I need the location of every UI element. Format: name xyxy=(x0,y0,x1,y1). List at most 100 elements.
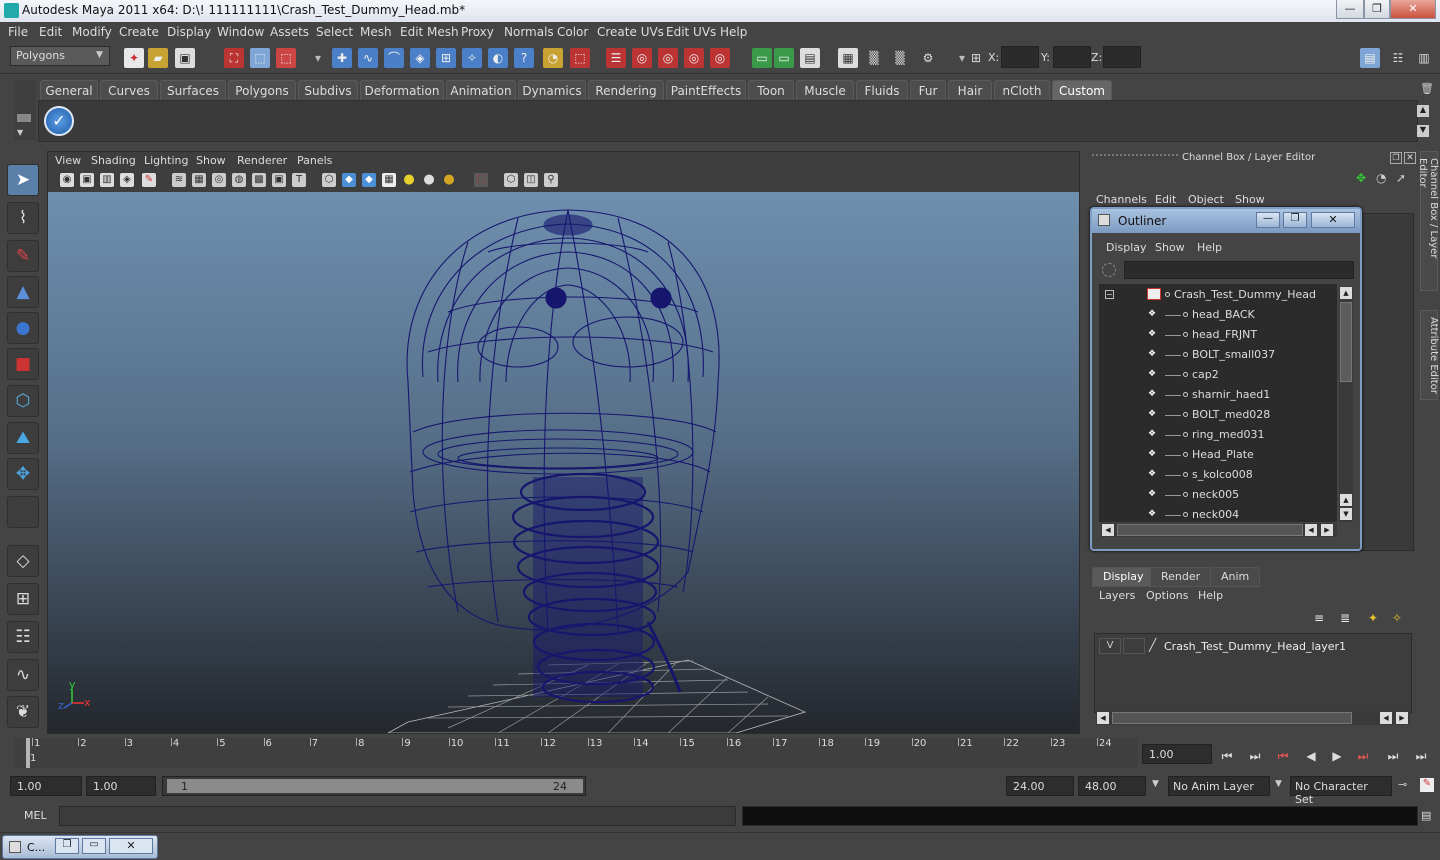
new-layer-selected-icon[interactable]: ✧ xyxy=(1392,611,1408,627)
step-forward-key-icon[interactable]: ⏭ xyxy=(1352,746,1374,766)
shelf-tab-polygons[interactable]: Polygons xyxy=(228,80,296,100)
outliner-titlebar[interactable]: Outliner — ❐ ✕ xyxy=(1092,209,1360,233)
checkmark-shelf-icon[interactable]: ✓ xyxy=(44,106,74,136)
shelf-tab-fluids[interactable]: Fluids xyxy=(856,80,908,100)
render-settings-icon[interactable]: ◎ xyxy=(684,48,704,68)
outliner-menu-show[interactable]: Show xyxy=(1155,241,1185,254)
outliner-item[interactable]: ❖ BOLT_small037 xyxy=(1099,345,1337,365)
soft-modification-icon[interactable]: ⛰ xyxy=(7,422,39,454)
paint-select-tool-icon[interactable]: ✎ xyxy=(7,240,39,272)
outliner-item[interactable]: ❖ ring_med031 xyxy=(1099,425,1337,445)
bookmark-icon[interactable]: ▥ xyxy=(100,173,114,187)
move-layer-down-icon[interactable]: ≣ xyxy=(1340,611,1356,627)
backface-icon[interactable]: ◫ xyxy=(524,173,538,187)
shelf-tab-ncloth[interactable]: nCloth xyxy=(994,80,1050,100)
textured-icon[interactable]: ▦ xyxy=(382,173,396,187)
shelf-menu-icon[interactable] xyxy=(17,114,31,122)
channel-list[interactable] xyxy=(1358,213,1414,551)
layer-menu-options[interactable]: Options xyxy=(1146,589,1188,602)
mask-menu-icon[interactable]: ▾ xyxy=(308,48,328,68)
anim-layer-selector[interactable]: No Anim Layer xyxy=(1168,776,1270,796)
menu-edit[interactable]: Edit xyxy=(39,25,62,39)
outliner-layout-icon[interactable]: ☷ xyxy=(7,621,39,653)
z-input[interactable] xyxy=(1103,46,1141,68)
outliner-item[interactable]: ❖ Head_Plate xyxy=(1099,445,1337,465)
vp-menu-view[interactable]: View xyxy=(55,154,81,167)
safe-title-icon[interactable]: T xyxy=(292,173,306,187)
vp-menu-panels[interactable]: Panels xyxy=(297,154,332,167)
last-tool-slot[interactable] xyxy=(7,496,39,528)
universal-manipulator-icon[interactable]: ⬡ xyxy=(7,385,39,417)
menu-edit-mesh[interactable]: Edit Mesh xyxy=(400,25,459,39)
ch-menu-object[interactable]: Object xyxy=(1188,193,1224,206)
perspective-viewport[interactable]: View Shading Lighting Show Renderer Pane… xyxy=(47,151,1080,734)
lock-icon[interactable]: ◔ xyxy=(543,48,563,68)
menu-assets[interactable]: Assets xyxy=(270,25,309,39)
snap-plane-icon[interactable]: ◈ xyxy=(410,48,430,68)
layer-row[interactable]: V ╱ Crash_Test_Dummy_Head_layer1 xyxy=(1095,638,1411,656)
shelf-tab-custom[interactable]: Custom xyxy=(1052,80,1112,100)
playback-start-field[interactable]: 1.00 xyxy=(86,776,156,796)
open-scene-icon[interactable]: ▰ xyxy=(148,48,168,68)
minimized-window[interactable]: C... ❐ ▭ ✕ xyxy=(2,835,158,859)
play-backwards-icon[interactable]: ◀ xyxy=(1300,746,1322,766)
layer-scroll-thumb[interactable] xyxy=(1112,712,1352,724)
channel-box-toggle-icon[interactable]: ▥ xyxy=(1414,48,1434,68)
vp-menu-lighting[interactable]: Lighting xyxy=(144,154,188,167)
outliner-item[interactable]: ❖ s_kolco008 xyxy=(1099,465,1337,485)
minimize-button[interactable]: — xyxy=(1336,0,1364,19)
snap-point-icon[interactable]: ⌒ xyxy=(384,48,404,68)
shadows-icon[interactable]: ● xyxy=(442,173,456,187)
move-tool-icon[interactable]: ▲ xyxy=(7,276,39,308)
restore-button[interactable]: ❐ xyxy=(55,838,79,854)
outliner-item[interactable]: ❖ head_FRJNT xyxy=(1099,325,1337,345)
outliner-menu-display[interactable]: Display xyxy=(1106,241,1147,254)
range-slider-thumb[interactable] xyxy=(167,779,583,793)
graph-editor-layout-icon[interactable]: ∿ xyxy=(7,659,39,691)
layer-type-toggle[interactable] xyxy=(1123,638,1145,654)
vp-menu-renderer[interactable]: Renderer xyxy=(237,154,287,167)
smooth-shade-icon[interactable]: ◆ xyxy=(342,173,356,187)
start-time-field[interactable]: 1.00 xyxy=(10,776,82,796)
collapse-icon[interactable]: − xyxy=(1105,290,1114,299)
help-icon[interactable]: ? xyxy=(514,48,534,68)
menu-select[interactable]: Select xyxy=(316,25,353,39)
shelf-scroll-up-icon[interactable]: ▲ xyxy=(1417,105,1429,117)
shelf-tab-general[interactable]: General xyxy=(40,80,98,100)
ch-menu-edit[interactable]: Edit xyxy=(1155,193,1176,206)
go-to-end-icon[interactable]: ⏭ xyxy=(1410,746,1432,766)
outliner-list[interactable]: − Crash_Test_Dummy_Head ❖ head_BACK ❖ head… xyxy=(1099,284,1337,522)
layer-menu-help[interactable]: Help xyxy=(1198,589,1223,602)
outliner-minimize-button[interactable]: — xyxy=(1256,212,1280,228)
four-view-layout-icon[interactable]: ⊞ xyxy=(7,583,39,615)
menu-normals[interactable]: Normals xyxy=(504,25,554,39)
menu-display[interactable]: Display xyxy=(167,25,211,39)
render-view-icon[interactable]: ▦ xyxy=(838,48,858,68)
layer-scroll-left-icon[interactable]: ◀ xyxy=(1097,712,1109,724)
viewport-scene[interactable]: y x z xyxy=(48,192,1079,734)
ch-menu-channels[interactable]: Channels xyxy=(1096,193,1147,206)
resolution-gate-icon[interactable]: ◎ xyxy=(212,173,226,187)
lasso-tool-icon[interactable]: ⌇ xyxy=(7,202,39,234)
outliner-item[interactable]: ❖ head_BACK xyxy=(1099,305,1337,325)
layer-scroll-right-icon[interactable]: ▶ xyxy=(1396,712,1408,724)
camera-attributes-icon[interactable]: ▣ xyxy=(80,173,94,187)
scroll-down-icon[interactable]: ▼ xyxy=(1340,508,1352,520)
all-lights-icon[interactable]: ● xyxy=(422,173,436,187)
show-manipulator-icon[interactable]: ✥ xyxy=(7,458,39,490)
layer-tab-display[interactable]: Display xyxy=(1092,567,1155,587)
render-globals-icon[interactable]: ⚙ xyxy=(918,48,938,68)
wireframe-mode-icon[interactable]: ⬡ xyxy=(322,173,336,187)
outliner-item[interactable]: ❖ neck005 xyxy=(1099,485,1337,505)
outliner-item[interactable]: ❖ BOLT_med028 xyxy=(1099,405,1337,425)
snap-live-icon[interactable]: ✧ xyxy=(462,48,482,68)
y-input[interactable] xyxy=(1053,46,1091,68)
joint-xray-icon[interactable]: ⚲ xyxy=(544,173,558,187)
film-gate-icon[interactable]: ▦ xyxy=(192,173,206,187)
go-to-start-icon[interactable]: ⏮ xyxy=(1216,746,1238,766)
end-time-field[interactable]: 48.00 xyxy=(1078,776,1146,796)
isolate-select-icon[interactable]: ⬚ xyxy=(474,173,488,187)
select-object-icon[interactable]: ⬚ xyxy=(250,48,270,68)
move-layer-up-icon[interactable]: ≡ xyxy=(1314,611,1330,627)
batch-render-icon[interactable]: ▒ xyxy=(890,48,910,68)
